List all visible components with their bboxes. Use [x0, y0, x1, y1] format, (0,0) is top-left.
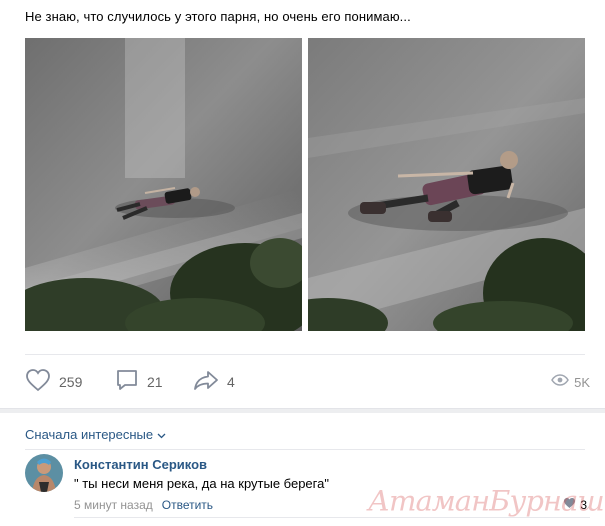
sort-label: Сначала интересные [25, 426, 154, 442]
post-divider [25, 354, 585, 355]
like-button[interactable]: 259 [25, 368, 83, 397]
like-count: 259 [59, 374, 83, 390]
comments-divider [25, 449, 585, 450]
reply-button[interactable]: Ответить [162, 498, 213, 512]
heart-icon [563, 496, 576, 514]
comment-like-count: 3 [580, 498, 587, 512]
comment-author[interactable]: Константин Сериков [74, 457, 207, 472]
comment-text: " ты неси меня река, да на крутые берега… [74, 476, 329, 491]
comment-time[interactable]: 5 минут назад [74, 498, 153, 512]
post-photo-1[interactable] [25, 38, 302, 331]
share-count: 4 [227, 374, 235, 390]
comment-meta: 5 минут назад Ответить [74, 498, 213, 512]
views-count: 5K [574, 374, 590, 390]
chevron-down-icon [157, 427, 166, 442]
comment-like-button[interactable]: 3 [563, 496, 587, 514]
post-actions-bar: 259 21 4 5K [25, 368, 590, 397]
share-arrow-icon [193, 368, 219, 397]
comment-count: 21 [147, 374, 163, 390]
views-counter: 5K [551, 369, 590, 395]
share-button[interactable]: 4 [193, 369, 235, 395]
photo-man-lying-in-rain-close [308, 38, 585, 331]
post-photo-2[interactable] [308, 38, 585, 331]
comment-divider [74, 517, 590, 518]
comment-bubble-icon [115, 368, 139, 397]
heart-icon [25, 368, 51, 397]
post-text: Не знаю, что случилось у этого парня, но… [25, 9, 411, 24]
photo-man-lying-in-rain-far [25, 38, 302, 331]
comments-sort-toggle[interactable]: Сначала интересные [25, 426, 166, 442]
avatar[interactable] [25, 454, 63, 492]
wall-post: Не знаю, что случилось у этого парня, но… [0, 0, 605, 410]
comment-item: Константин Сериков " ты неси меня река, … [25, 452, 590, 522]
comment-button[interactable]: 21 [115, 369, 163, 395]
section-separator [0, 408, 605, 413]
eye-icon [551, 373, 569, 391]
